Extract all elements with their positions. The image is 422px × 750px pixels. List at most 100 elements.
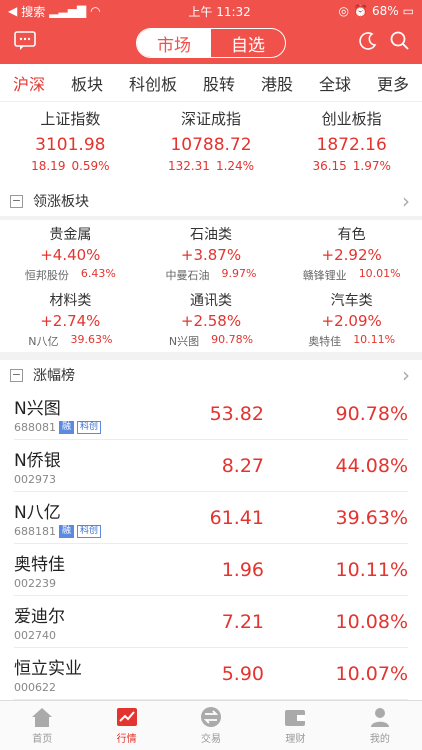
tab-label: 交易 xyxy=(201,734,222,745)
leading-stock: 赣锋锂业 xyxy=(302,269,347,282)
home-icon xyxy=(32,708,53,727)
wifi-icon: ◠ xyxy=(90,4,101,18)
message-icon[interactable] xyxy=(14,31,36,56)
app-header: 市场 自选 xyxy=(0,22,422,64)
tab-watchlist[interactable]: 自选 xyxy=(211,29,285,57)
leading-stock-percent: 10.11% xyxy=(353,333,396,346)
sector-card[interactable]: 通讯类 +2.58% N兴图 90.78% xyxy=(141,286,282,352)
tab-me[interactable]: 我的 xyxy=(338,701,422,750)
table-row[interactable]: N八亿 688181 融科创 61.41 39.63% xyxy=(14,492,408,544)
stock-percent: 39.63% xyxy=(335,506,408,529)
index-card[interactable]: 上证指数 3101.98 18.19 0.59% xyxy=(0,102,141,186)
leading-stock-percent: 6.43% xyxy=(80,267,116,280)
chevron-right-icon[interactable]: › xyxy=(402,363,410,387)
tab-quotes[interactable]: 行情 xyxy=(84,701,168,750)
stock-price: 7.21 xyxy=(221,610,264,633)
leading-stock-percent: 9.97% xyxy=(221,267,257,280)
sector-name: 石油类 xyxy=(189,227,232,243)
stock-price: 1.96 xyxy=(221,558,264,581)
tab-label: 我的 xyxy=(369,734,390,745)
sector-percent: +3.87% xyxy=(180,246,242,264)
sector-card[interactable]: 有色 +2.92% 赣锋锂业 10.01% xyxy=(281,220,422,286)
margin-badge: 融 xyxy=(59,524,75,538)
leading-stock-percent: 90.78% xyxy=(211,333,254,346)
star-market-badge: 科创 xyxy=(77,420,102,434)
index-card[interactable]: 创业板指 1872.16 36.15 1.97% xyxy=(281,102,422,186)
tab-global[interactable]: 全球 xyxy=(317,71,353,95)
sector-card[interactable]: 贵金属 +4.40% 恒邦股份 6.43% xyxy=(0,220,141,286)
index-percent: 1.24% xyxy=(215,159,255,173)
tab-home[interactable]: 首页 xyxy=(0,701,84,750)
index-value: 10788.72 xyxy=(170,135,252,155)
index-percent: 0.59% xyxy=(71,159,110,173)
tab-label: 行情 xyxy=(116,734,137,745)
wallet-icon xyxy=(285,710,306,726)
carrier-label: 搜索 xyxy=(21,4,46,19)
sector-card[interactable]: 石油类 +3.87% 中曼石油 9.97% xyxy=(141,220,282,286)
sector-name: 通讯类 xyxy=(189,293,232,309)
index-change: 132.31 xyxy=(167,159,210,173)
sector-card[interactable]: 材料类 +2.74% N八亿 39.63% xyxy=(0,286,141,352)
leading-stock-percent: 10.01% xyxy=(358,267,401,280)
search-icon[interactable] xyxy=(390,31,410,56)
top-gainers-header[interactable]: − 涨幅榜 › xyxy=(0,360,422,390)
top-gainers-list: N兴图 688081 融科创 53.82 90.78% N侨银 002973 8.… xyxy=(0,388,422,700)
stock-percent: 10.11% xyxy=(335,558,408,581)
table-row[interactable]: 爱迪尔 002740 7.21 10.08% xyxy=(14,596,408,648)
leading-sectors-header[interactable]: − 领涨板块 › xyxy=(0,186,422,216)
index-carousel[interactable]: 上证指数 3101.98 18.19 0.59% 深证成指 10788.72 13… xyxy=(0,102,422,283)
sector-card[interactable]: 汽车类 +2.09% 奥特佳 10.11% xyxy=(281,286,422,352)
leading-sectors-grid: 贵金属 +4.40% 恒邦股份 6.43% 石油类 +3.87% 中曼石油 9.97… xyxy=(0,220,422,352)
index-name: 上证指数 xyxy=(40,110,101,128)
sector-name: 贵金属 xyxy=(49,227,92,243)
tab-label: 首页 xyxy=(32,734,53,745)
sector-name: 材料类 xyxy=(49,293,92,309)
lock-icon: ◎ xyxy=(338,4,350,18)
tab-market[interactable]: 市场 xyxy=(137,29,211,57)
stock-code: 000622 xyxy=(14,680,56,694)
sector-percent: +2.09% xyxy=(321,312,382,330)
market-tabs: 沪深 板块 科创板 股转 港股 全球 更多 xyxy=(0,64,422,105)
tab-neeq[interactable]: 股转 xyxy=(201,71,237,95)
stock-name: N兴图 xyxy=(14,398,61,419)
tab-more[interactable]: 更多 xyxy=(375,71,411,95)
chart-icon xyxy=(116,708,137,726)
tab-sectors[interactable]: 板块 xyxy=(69,71,105,95)
tab-hk-stocks[interactable]: 港股 xyxy=(259,71,295,95)
sector-percent: +2.58% xyxy=(180,312,242,330)
night-mode-icon[interactable] xyxy=(358,31,378,56)
table-row[interactable]: 奥特佳 002239 1.96 10.11% xyxy=(14,544,408,596)
tab-trade[interactable]: 交易 xyxy=(169,701,253,750)
back-icon[interactable]: ◀ xyxy=(8,4,17,18)
stock-percent: 44.08% xyxy=(335,454,408,477)
collapse-icon[interactable]: − xyxy=(10,368,23,382)
table-row[interactable]: 恒立实业 000622 5.90 10.07% xyxy=(14,648,408,700)
stock-name: N八亿 xyxy=(14,502,61,523)
index-card[interactable]: 深证成指 10788.72 132.31 1.24% xyxy=(141,102,282,186)
section-title: 涨幅榜 xyxy=(33,368,75,384)
bottom-tab-bar: 首页 行情 交易 理财 我的 xyxy=(0,700,422,750)
leading-stock: 恒邦股份 xyxy=(24,269,69,282)
battery-label: 68% xyxy=(371,4,399,18)
stock-percent: 10.07% xyxy=(335,662,408,685)
stock-code: 002740 xyxy=(14,628,56,642)
sector-percent: +2.74% xyxy=(40,312,101,330)
stock-name: 恒立实业 xyxy=(14,658,82,679)
tab-label: 理财 xyxy=(285,734,306,745)
sector-name: 汽车类 xyxy=(330,293,373,309)
table-row[interactable]: N侨银 002973 8.27 44.08% xyxy=(14,440,408,492)
sector-name: 有色 xyxy=(337,227,366,243)
sector-percent: +4.40% xyxy=(40,246,101,264)
index-value: 1872.16 xyxy=(316,135,387,155)
chevron-right-icon[interactable]: › xyxy=(402,189,410,213)
collapse-icon[interactable]: − xyxy=(10,194,23,208)
tab-shanghai-shenzhen[interactable]: 沪深 xyxy=(10,71,48,105)
stock-price: 53.82 xyxy=(209,402,264,425)
tab-wealth[interactable]: 理财 xyxy=(253,701,337,750)
table-row[interactable]: N兴图 688081 融科创 53.82 90.78% xyxy=(14,388,408,440)
stock-name: 奥特佳 xyxy=(14,554,65,575)
stock-price: 5.90 xyxy=(221,662,264,685)
tab-star-market[interactable]: 科创板 xyxy=(127,71,179,95)
stock-code: 002973 xyxy=(14,472,56,486)
section-title: 领涨板块 xyxy=(33,194,89,210)
